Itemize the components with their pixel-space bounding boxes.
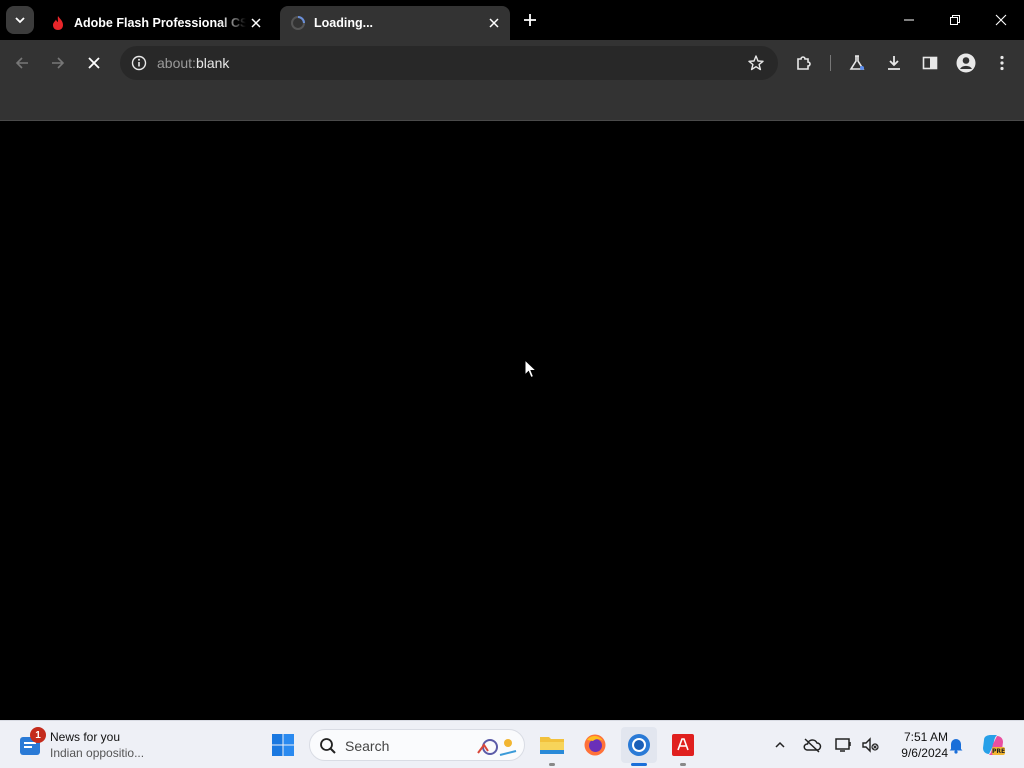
start-button[interactable]: [265, 727, 301, 763]
adobe-acrobat-icon: [672, 734, 694, 756]
close-icon[interactable]: [246, 13, 266, 33]
tab-loading[interactable]: Loading...: [280, 6, 510, 40]
page-content[interactable]: [0, 121, 1024, 720]
chrome-icon: [628, 734, 650, 756]
clock-date: 9/6/2024: [901, 746, 948, 760]
stop-loading-button[interactable]: [79, 48, 109, 78]
restore-icon: [950, 15, 960, 25]
loading-spinner-icon: [290, 15, 306, 31]
site-info-icon[interactable]: [126, 50, 152, 76]
profile-button[interactable]: [951, 48, 981, 78]
adobe-flash-icon: [50, 15, 66, 31]
copilot-icon: PRE: [983, 735, 1005, 755]
windows-taskbar: 1 News for you Indian oppositio... Searc…: [0, 720, 1024, 768]
menu-button[interactable]: [987, 48, 1017, 78]
forward-button[interactable]: [43, 48, 73, 78]
taskbar-file-explorer[interactable]: [534, 727, 570, 766]
search-highlight-icon: [477, 739, 517, 756]
arrow-right-icon: [52, 57, 65, 69]
toolbar-divider: [830, 55, 831, 71]
plus-icon: [524, 14, 536, 26]
svg-text:PRE: PRE: [992, 748, 1005, 755]
url-text[interactable]: about:blank: [157, 55, 229, 71]
browser-titlebar: Adobe Flash Professional CS5 | Loading..…: [0, 0, 1024, 40]
download-icon: [888, 56, 900, 70]
back-button[interactable]: [7, 48, 37, 78]
url-host: blank: [195, 55, 230, 71]
firefox-icon: [584, 734, 606, 756]
network-tray[interactable]: [832, 733, 856, 757]
browser-toolbar: about:blank: [0, 40, 1024, 86]
running-indicator: [631, 763, 647, 766]
restore-button[interactable]: [932, 0, 978, 40]
volume-tray[interactable]: [858, 733, 882, 757]
clock-time: 7:51 AM: [903, 730, 948, 744]
side-panel-button[interactable]: [915, 48, 945, 78]
tab-search-button[interactable]: [6, 6, 34, 34]
show-hidden-icons[interactable]: [768, 733, 792, 757]
taskbar-adobe-acrobat[interactable]: [665, 727, 701, 766]
tab-title: Adobe Flash Professional CS5 |: [74, 16, 246, 30]
news-headline: Indian oppositio...: [50, 746, 145, 760]
tab-title: Loading...: [314, 16, 374, 30]
avatar-icon: [956, 53, 976, 73]
url-scheme: about:: [157, 55, 196, 71]
news-title: News for you: [50, 730, 121, 744]
minimize-button[interactable]: [886, 0, 932, 40]
side-panel-icon: [922, 56, 938, 70]
cloud-offline-icon: [803, 738, 822, 753]
close-icon[interactable]: [484, 13, 504, 33]
close-window-button[interactable]: [978, 0, 1024, 40]
new-tab-button[interactable]: [518, 8, 542, 32]
bell-icon: [949, 739, 963, 754]
taskbar-search[interactable]: Search: [309, 729, 525, 761]
volume-muted-icon: [862, 737, 879, 753]
file-explorer-icon: [540, 737, 564, 754]
display-icon: [835, 738, 851, 752]
running-indicator: [680, 763, 686, 766]
notifications-button[interactable]: [944, 733, 968, 757]
taskbar-chrome[interactable]: [621, 727, 657, 766]
close-icon: [88, 57, 100, 69]
bookmark-star-icon[interactable]: [744, 51, 768, 75]
running-indicator: [549, 763, 555, 766]
close-icon: [995, 14, 1007, 26]
search-icon: [320, 738, 336, 754]
downloads-button[interactable]: [879, 48, 909, 78]
extensions-button[interactable]: [789, 48, 819, 78]
labs-button[interactable]: [842, 48, 872, 78]
tab-adobe-flash[interactable]: Adobe Flash Professional CS5 |: [40, 6, 272, 40]
chevron-up-icon: [775, 741, 785, 748]
mouse-cursor-icon: [524, 359, 537, 379]
address-bar[interactable]: about:blank: [120, 46, 778, 80]
arrow-left-icon: [15, 57, 28, 69]
windows-start-icon: [272, 734, 294, 756]
chevron-down-icon: [15, 17, 25, 24]
bookmarks-bar: [0, 86, 1024, 121]
copilot-button[interactable]: PRE: [980, 732, 1006, 758]
taskbar-firefox[interactable]: [577, 727, 613, 763]
flask-icon: [849, 55, 865, 70]
onedrive-tray[interactable]: [800, 733, 824, 757]
minimize-icon: [904, 19, 914, 21]
news-widget[interactable]: 1 News for you Indian oppositio...: [16, 727, 166, 763]
puzzle-icon: [797, 56, 811, 70]
system-clock[interactable]: 7:51 AM 9/6/2024: [886, 729, 948, 761]
notification-badge: 1: [30, 727, 46, 743]
search-placeholder: Search: [345, 738, 390, 754]
more-vertical-icon: [1000, 55, 1004, 71]
